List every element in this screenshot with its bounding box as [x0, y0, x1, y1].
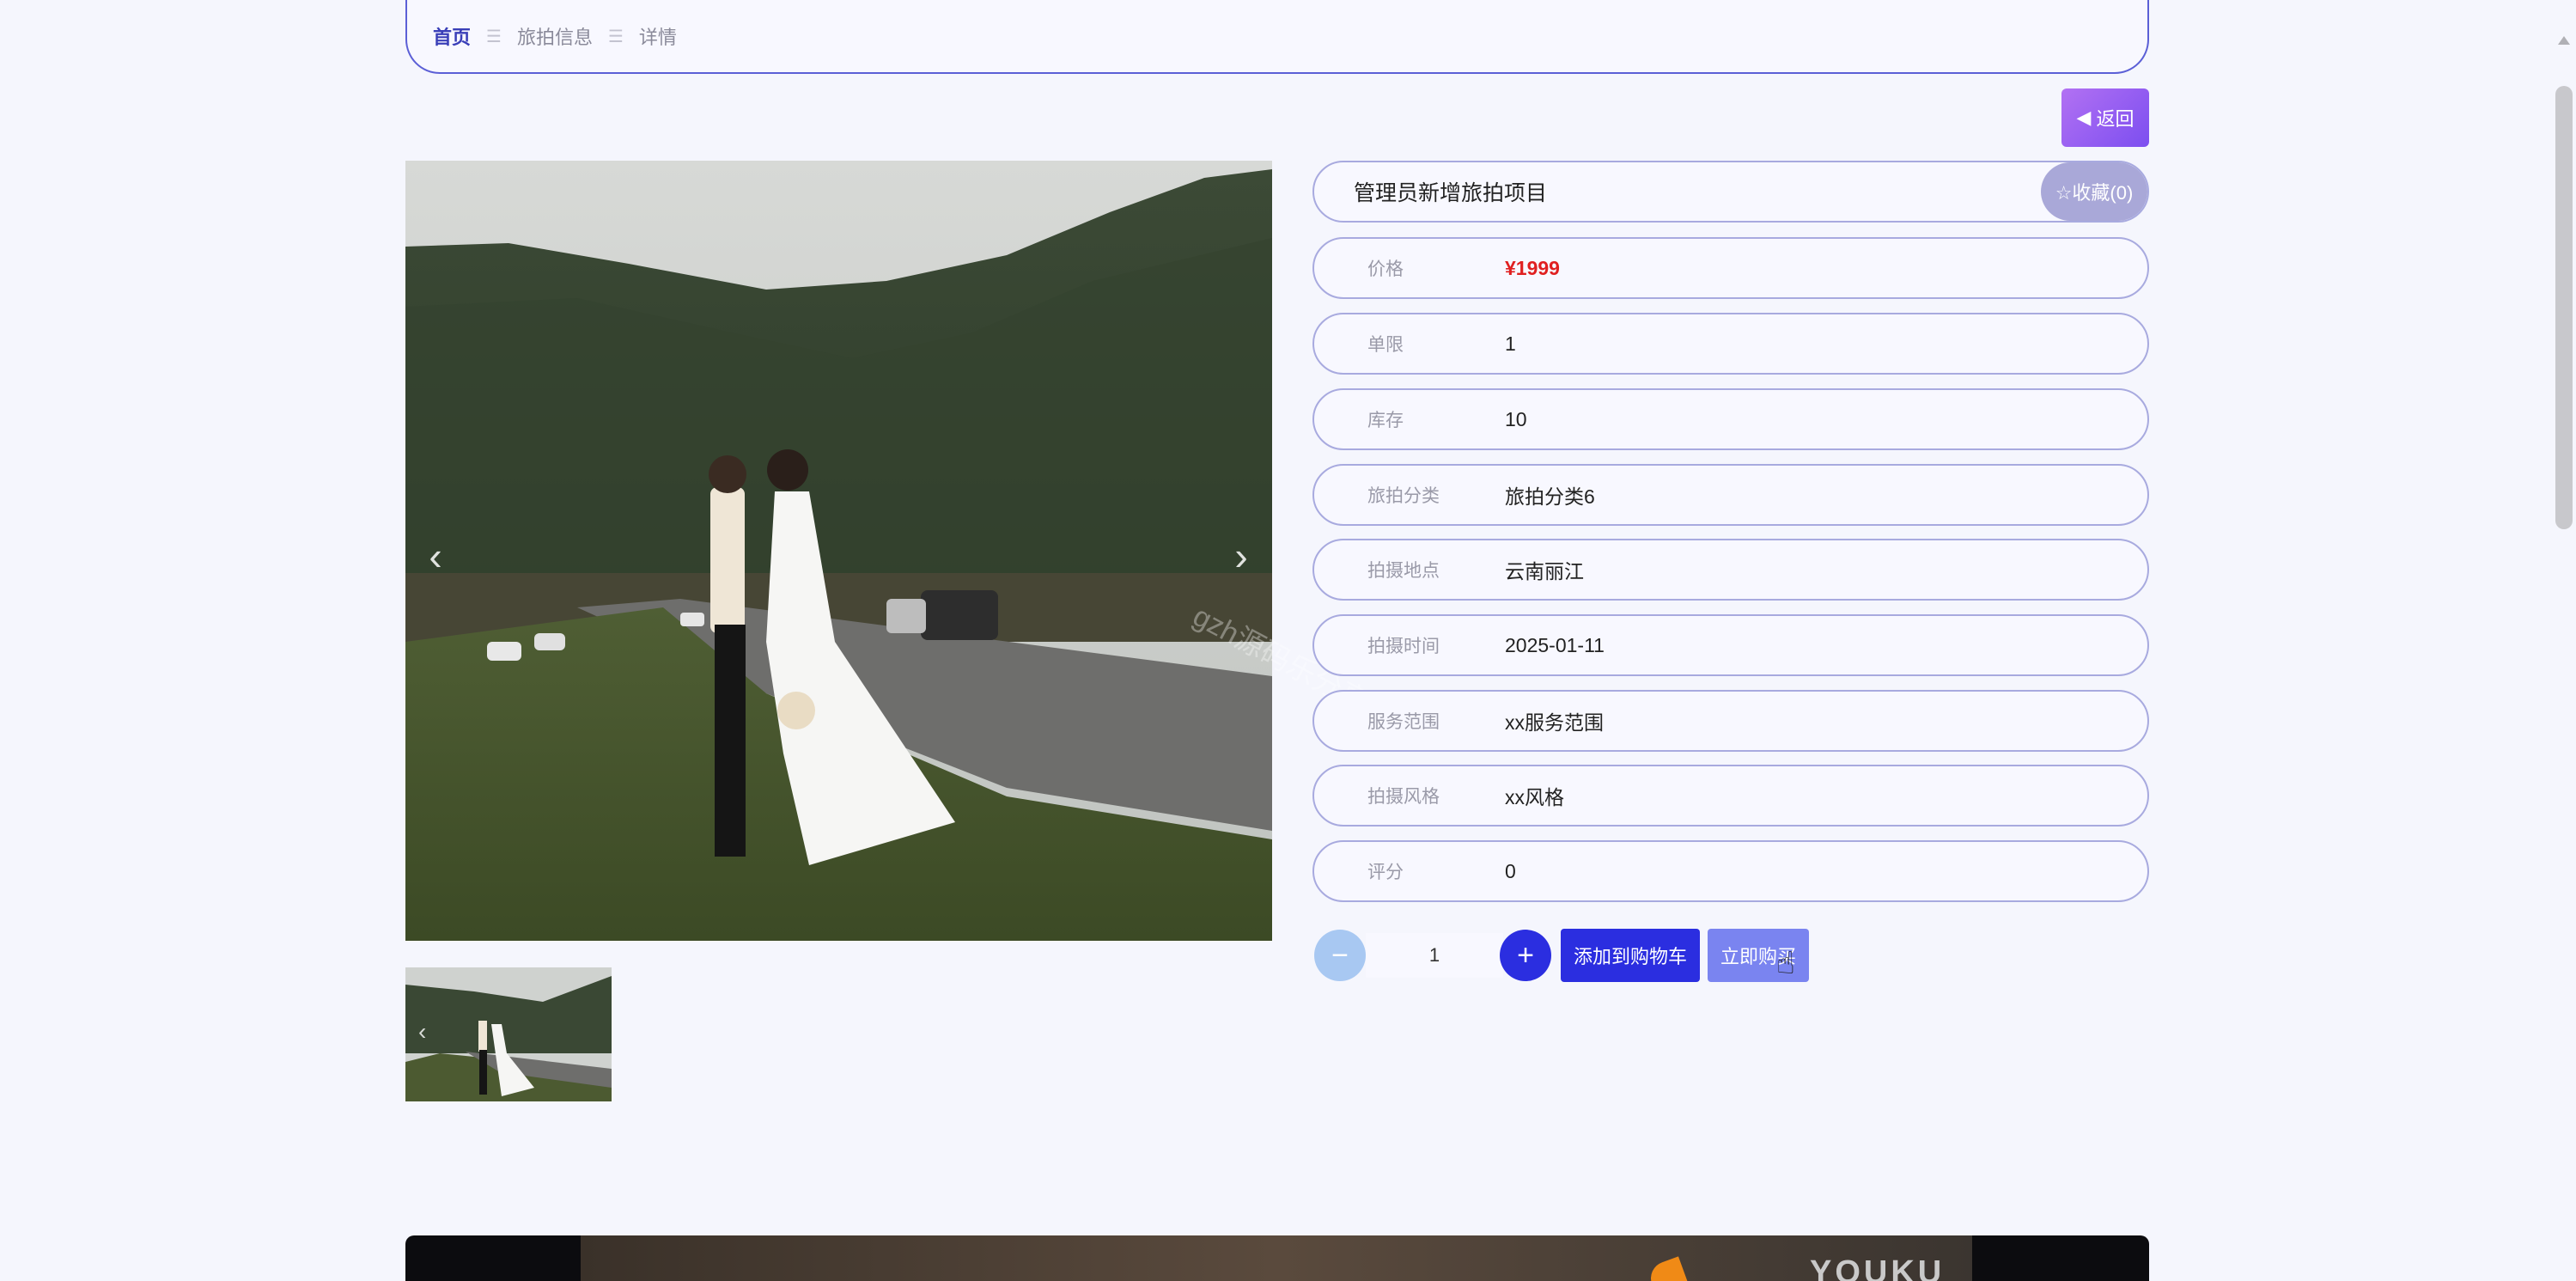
- chevron-left-icon[interactable]: ‹: [418, 533, 453, 579]
- video-frame: [581, 1235, 1972, 1281]
- info-value: 0: [1505, 859, 1516, 882]
- info-value: xx服务范围: [1505, 711, 1604, 734]
- info-value: 旅拍分类6: [1505, 485, 1595, 508]
- info-row-style: 拍摄风格 xx风格: [1312, 765, 2149, 827]
- info-row-rating: 评分 0: [1312, 840, 2149, 902]
- info-row-service-scope: 服务范围 xx服务范围: [1312, 690, 2149, 752]
- product-title-row: 管理员新增旅拍项目 ☆收藏(0): [1312, 161, 2149, 223]
- info-label: 拍摄时间: [1367, 637, 1440, 656]
- thumbnail-chevron-left-icon[interactable]: ‹: [418, 1018, 426, 1046]
- product-thumbnail[interactable]: [405, 967, 612, 1101]
- info-row-category: 旅拍分类 旅拍分类6: [1312, 464, 2149, 526]
- info-row-stock: 库存 10: [1312, 388, 2149, 450]
- breadcrumb-detail: 详情: [638, 27, 677, 48]
- breadcrumb: 首页 ☰ 旅拍信息 ☰ 详情: [405, 0, 2149, 74]
- info-value: 10: [1505, 407, 1527, 430]
- breadcrumb-separator-icon: ☰: [607, 27, 624, 46]
- add-to-cart-button[interactable]: 添加到购物车: [1561, 929, 1700, 982]
- info-label: 拍摄地点: [1367, 561, 1440, 581]
- info-label: 价格: [1367, 259, 1404, 279]
- info-row-location: 拍摄地点 云南丽江: [1312, 539, 2149, 601]
- info-row-date: 拍摄时间 2025-01-11: [1312, 614, 2149, 676]
- product-main-image: [405, 161, 1272, 941]
- price-value: ¥1999: [1505, 256, 1560, 279]
- hand-pointer-icon: ☝: [1776, 945, 1795, 980]
- video-player[interactable]: YOUKU: [405, 1235, 2149, 1281]
- favorite-button[interactable]: ☆收藏(0): [2041, 162, 2147, 221]
- info-value: 2025-01-11: [1505, 633, 1605, 656]
- back-button-label: 返回: [2096, 108, 2134, 130]
- caret-left-icon: ◀: [2076, 107, 2092, 128]
- back-button[interactable]: ◀ 返回: [2061, 88, 2149, 147]
- product-title: 管理员新增旅拍项目: [1354, 181, 1548, 205]
- info-row-price: 价格 ¥1999: [1312, 237, 2149, 299]
- info-label: 评分: [1367, 863, 1404, 882]
- scroll-up-icon[interactable]: [2558, 34, 2570, 45]
- info-value: 1: [1505, 332, 1516, 355]
- breadcrumb-separator-icon: ☰: [486, 27, 502, 46]
- chevron-right-icon[interactable]: ›: [1224, 533, 1258, 579]
- info-label: 单限: [1367, 335, 1404, 355]
- info-label: 库存: [1367, 411, 1404, 430]
- video-brand: YOUKU: [1810, 1254, 1946, 1281]
- info-label: 拍摄风格: [1367, 787, 1440, 807]
- info-value: xx风格: [1505, 786, 1564, 808]
- quantity-input[interactable]: [1366, 933, 1503, 978]
- info-label: 旅拍分类: [1367, 486, 1440, 506]
- scrollbar-thumb[interactable]: [2555, 86, 2573, 529]
- quantity-increment-button[interactable]: +: [1500, 930, 1551, 981]
- breadcrumb-home[interactable]: 首页: [433, 22, 471, 50]
- info-label: 服务范围: [1367, 712, 1440, 732]
- quantity-decrement-button[interactable]: −: [1314, 930, 1366, 981]
- info-value: 云南丽江: [1505, 560, 1584, 583]
- info-row-limit: 单限 1: [1312, 313, 2149, 375]
- breadcrumb-travel-info[interactable]: 旅拍信息: [517, 22, 593, 50]
